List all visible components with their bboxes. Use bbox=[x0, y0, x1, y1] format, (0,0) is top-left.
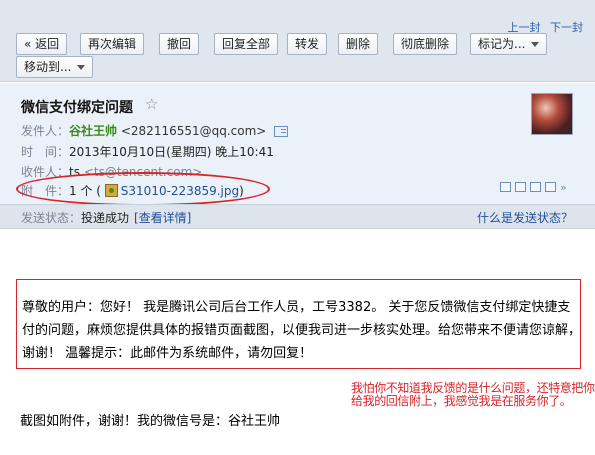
message-subject: 微信支付绑定问题 bbox=[21, 100, 133, 116]
attachment-highlight-oval bbox=[16, 172, 270, 206]
status-details-link[interactable]: [查看详情] bbox=[134, 209, 191, 226]
move-to-label: 移动到... bbox=[24, 60, 72, 74]
message-body-text: 尊敬的用户：您好！ 我是腾讯公司后台工作人员，工号3382。 关于您反馈微信支付… bbox=[22, 300, 582, 361]
red-annotation: 我怕你不知道我反馈的是什么问题，还特意把你给我的回信附上，我感觉我是在服务你了。 bbox=[351, 381, 595, 408]
time-label: 时 间： bbox=[21, 145, 70, 159]
sender-avatar[interactable] bbox=[531, 93, 573, 135]
forward-button[interactable]: 转发 bbox=[287, 33, 328, 55]
back-button[interactable]: « 返回 bbox=[16, 33, 68, 55]
star-icon[interactable]: ☆ bbox=[145, 95, 158, 113]
time-value: 2013年10月10日(星期四) 晚上10:41 bbox=[69, 145, 274, 159]
move-to-dropdown[interactable]: 移动到... bbox=[16, 56, 94, 78]
delete-button[interactable]: 删除 bbox=[338, 33, 379, 55]
chevron-down-icon bbox=[531, 42, 540, 47]
status-value: 投递成功 bbox=[81, 211, 130, 225]
download-icon[interactable] bbox=[530, 182, 541, 192]
reply-all-button[interactable]: 回复全部 bbox=[214, 33, 279, 55]
contact-card-icon[interactable] bbox=[274, 126, 289, 137]
status-help-link[interactable]: 什么是发送状态？ bbox=[477, 209, 573, 226]
chevron-down-icon[interactable]: » bbox=[560, 181, 567, 194]
sender-name[interactable]: 谷社王帅 bbox=[69, 124, 117, 138]
reedit-button[interactable]: 再次编辑 bbox=[80, 33, 145, 55]
open-icon[interactable] bbox=[545, 182, 556, 192]
delete-permanently-button[interactable]: 彻底删除 bbox=[393, 33, 458, 55]
header-tools: » bbox=[500, 180, 571, 194]
status-label: 发送状态： bbox=[21, 211, 82, 225]
from-row: 发件人：谷社王帅 <282116551@qq.com> bbox=[21, 122, 289, 139]
time-row: 时 间：2013年10月10日(星期四) 晚上10:41 bbox=[21, 143, 274, 160]
new-window-icon[interactable] bbox=[500, 182, 511, 192]
mark-as-label: 标记为... bbox=[478, 37, 526, 51]
sender-address: <282116551@qq.com> bbox=[120, 124, 267, 138]
next-message-link[interactable]: 下一封 bbox=[550, 21, 583, 34]
mark-as-dropdown[interactable]: 标记为... bbox=[470, 33, 548, 55]
from-label: 发件人： bbox=[21, 124, 70, 138]
recall-button[interactable]: 撤回 bbox=[159, 33, 200, 55]
print-icon[interactable] bbox=[515, 182, 526, 192]
chevron-down-icon bbox=[77, 65, 86, 70]
signature-text: 截图如附件，谢谢！我的微信号是：谷社王帅 bbox=[20, 414, 281, 429]
